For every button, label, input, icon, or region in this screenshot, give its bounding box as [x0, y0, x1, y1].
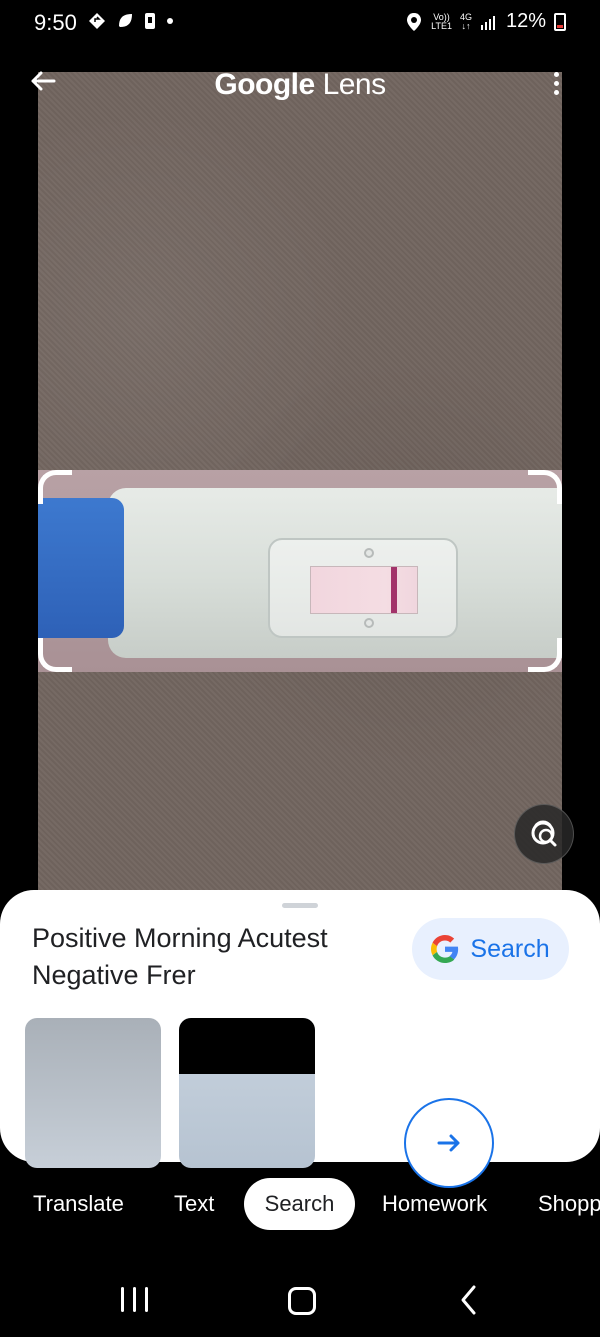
battery-percent: 12% — [505, 10, 546, 32]
result-window-top-dot — [364, 548, 374, 558]
google-g-icon — [431, 935, 459, 963]
app-title-product: Lens — [322, 68, 387, 101]
crop-handle-top-left[interactable] — [38, 470, 72, 504]
more-results-button[interactable] — [404, 1098, 494, 1188]
status-bar: 9:50 Vo)) LTE1 4G ↓↑ 12% — [0, 0, 600, 46]
lte-text: LTE1 — [431, 20, 452, 31]
status-left-icons — [88, 12, 174, 30]
system-navigation-bar — [0, 1268, 600, 1337]
test-result-line — [391, 567, 397, 613]
pregnancy-test-body — [108, 488, 562, 658]
tab-translate[interactable]: Translate — [33, 1178, 124, 1230]
status-time: 9:50 — [34, 10, 77, 35]
status-right-icons: Vo)) LTE1 4G ↓↑ 12% — [405, 10, 566, 33]
tab-search[interactable]: Search — [244, 1178, 355, 1230]
volte-label: Vo)) LTE1 — [431, 12, 452, 31]
bottom-sheet-handle[interactable] — [282, 903, 318, 908]
result-thumbnail-2[interactable] — [179, 1018, 315, 1168]
result-title: Positive Morning Acutest Negative Frer — [32, 923, 328, 990]
back-nav-icon[interactable] — [455, 1283, 483, 1317]
visual-search-button[interactable] — [514, 804, 574, 864]
selected-image-region[interactable] — [38, 470, 562, 672]
network-text: 4G — [459, 11, 472, 22]
dot-icon — [167, 18, 173, 24]
google-search-label: Search — [470, 934, 550, 963]
tab-text[interactable]: Text — [174, 1178, 214, 1230]
app-title: Google Lens — [0, 68, 600, 102]
lens-mode-tabs: Translate Text Search Homework Shopp — [0, 1178, 600, 1236]
home-icon[interactable] — [288, 1287, 316, 1315]
crop-handle-bottom-left[interactable] — [38, 638, 72, 672]
location-icon — [407, 12, 422, 31]
visual-search-icon — [531, 820, 557, 847]
tab-shopping[interactable]: Shopp — [538, 1178, 600, 1230]
leaf-icon — [119, 14, 132, 27]
result-thumbnail-1[interactable] — [25, 1018, 161, 1168]
network-label: 4G ↓↑ — [459, 11, 472, 31]
google-lens-screen: 9:50 Vo)) LTE1 4G ↓↑ 12% Google Lens Pos… — [0, 0, 600, 1337]
lens-header: Google Lens — [0, 66, 600, 106]
app-title-brand: Google — [214, 68, 315, 101]
results-bottom-sheet: Positive Morning Acutest Negative Frer S… — [0, 890, 600, 1188]
test-result-window — [268, 538, 458, 638]
tab-homework[interactable]: Homework — [382, 1178, 487, 1230]
test-strip — [310, 566, 418, 614]
navigation-diamond-icon — [89, 13, 105, 29]
signal-icon — [480, 15, 495, 30]
result-window-bottom-dot — [364, 618, 374, 628]
battery-icon — [554, 12, 566, 31]
pregnancy-test-cap — [38, 498, 124, 638]
google-search-button[interactable]: Search — [412, 918, 569, 980]
crop-handle-top-right[interactable] — [528, 470, 562, 504]
sim-card-icon — [145, 13, 155, 29]
arrow-right-icon — [437, 1134, 460, 1152]
recent-apps-icon[interactable] — [121, 1287, 148, 1312]
more-options-icon[interactable] — [550, 72, 562, 100]
